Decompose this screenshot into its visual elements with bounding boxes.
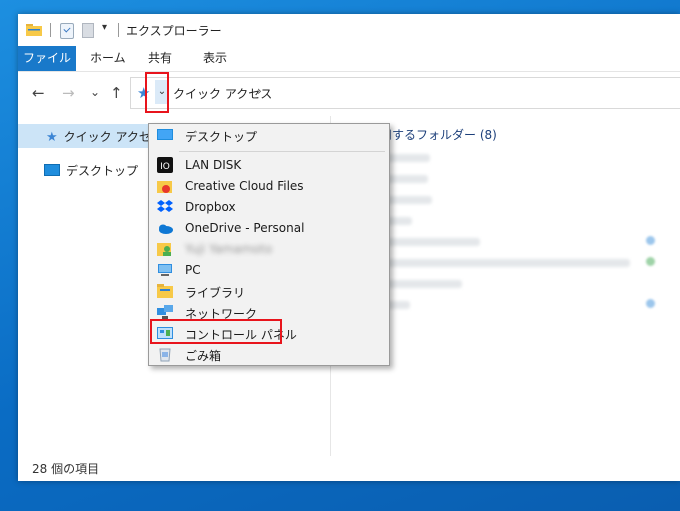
menu-item-desktop[interactable]: デスクトップ bbox=[149, 125, 389, 145]
address-bar[interactable]: ★ ⌄ クイック アクセス › bbox=[130, 77, 680, 109]
list-item[interactable] bbox=[370, 259, 630, 267]
menu-item-label: OneDrive - Personal bbox=[185, 221, 305, 235]
onedrive-icon bbox=[159, 224, 173, 234]
title-bar: ▾ エクスプローラー bbox=[18, 14, 680, 46]
menu-item-creative-cloud[interactable]: Creative Cloud Files bbox=[149, 176, 389, 196]
folder-icon[interactable] bbox=[26, 23, 42, 36]
navigation-row: ← → ⌄ ↑ ★ ⌄ クイック アクセス › bbox=[18, 72, 680, 116]
recycle-bin-icon bbox=[159, 348, 171, 362]
nav-item-quick-access[interactable]: ★ クイック アクセス bbox=[46, 128, 163, 145]
new-folder-icon[interactable] bbox=[82, 23, 94, 38]
network-icon bbox=[157, 305, 173, 319]
user-folder-icon bbox=[157, 243, 171, 256]
menu-item-user-folder[interactable]: Yuji Yamamoto bbox=[149, 239, 389, 259]
star-icon: ★ bbox=[46, 130, 58, 145]
window-title: エクスプローラー bbox=[126, 24, 222, 38]
highlight-control-panel-box bbox=[150, 319, 282, 344]
recent-locations-icon[interactable]: ⌄ bbox=[90, 85, 100, 99]
menu-item-label: ライブラリ bbox=[185, 286, 246, 300]
menu-item-library[interactable]: ライブラリ bbox=[149, 281, 389, 301]
menu-separator bbox=[179, 151, 385, 152]
library-icon bbox=[157, 284, 173, 298]
tab-file[interactable]: ファイル bbox=[18, 46, 76, 71]
dropbox-icon bbox=[157, 200, 173, 212]
desktop-icon bbox=[157, 129, 173, 140]
creative-cloud-icon bbox=[157, 181, 172, 193]
up-icon[interactable]: ↑ bbox=[110, 84, 123, 102]
menu-item-label: ごみ箱 bbox=[185, 349, 222, 363]
explorer-window: ▾ エクスプローラー ファイル ホーム 共有 表示 ← → ⌄ ↑ ★ ⌄ クイ… bbox=[18, 14, 680, 481]
desktop-icon bbox=[44, 164, 60, 176]
sync-status-icon bbox=[646, 257, 655, 266]
toolbar-separator bbox=[50, 23, 51, 37]
menu-item-label: LAN DISK bbox=[185, 158, 242, 172]
toolbar-separator bbox=[118, 23, 119, 37]
highlight-chevron-box bbox=[145, 72, 169, 113]
menu-item-label: Creative Cloud Files bbox=[185, 179, 304, 193]
menu-item-label: PC bbox=[185, 263, 201, 277]
pc-icon bbox=[158, 264, 172, 276]
menu-item-label: Yuji Yamamoto bbox=[185, 242, 273, 256]
status-item-count: 28 個の項目 bbox=[32, 462, 100, 476]
customize-toolbar-icon[interactable]: ▾ bbox=[102, 22, 107, 33]
back-icon[interactable]: ← bbox=[32, 84, 45, 102]
lan-disk-icon: IO bbox=[157, 157, 173, 173]
menu-item-onedrive[interactable]: OneDrive - Personal bbox=[149, 218, 389, 238]
menu-item-label: Dropbox bbox=[185, 200, 236, 214]
sync-status-icon bbox=[646, 236, 655, 245]
breadcrumb-arrow-icon[interactable]: › bbox=[257, 84, 262, 98]
tab-view[interactable]: 表示 bbox=[203, 46, 227, 71]
menu-item-dropbox[interactable]: Dropbox bbox=[149, 197, 389, 217]
tab-share[interactable]: 共有 bbox=[148, 46, 172, 71]
ribbon-tabs: ファイル ホーム 共有 表示 bbox=[18, 46, 680, 72]
svg-text:IO: IO bbox=[160, 162, 170, 172]
nav-item-label: デスクトップ bbox=[66, 164, 139, 178]
nav-item-desktop[interactable]: デスクトップ bbox=[44, 162, 138, 179]
menu-item-lan-disk[interactable]: IO LAN DISK bbox=[149, 155, 389, 175]
cloud-status-icon bbox=[646, 299, 655, 308]
tab-home[interactable]: ホーム bbox=[90, 46, 126, 71]
menu-item-pc[interactable]: PC bbox=[149, 260, 389, 280]
menu-item-recycle-bin[interactable]: ごみ箱 bbox=[149, 344, 389, 364]
forward-icon[interactable]: → bbox=[62, 84, 75, 102]
properties-icon[interactable] bbox=[60, 23, 74, 39]
menu-item-label: デスクトップ bbox=[185, 130, 258, 144]
